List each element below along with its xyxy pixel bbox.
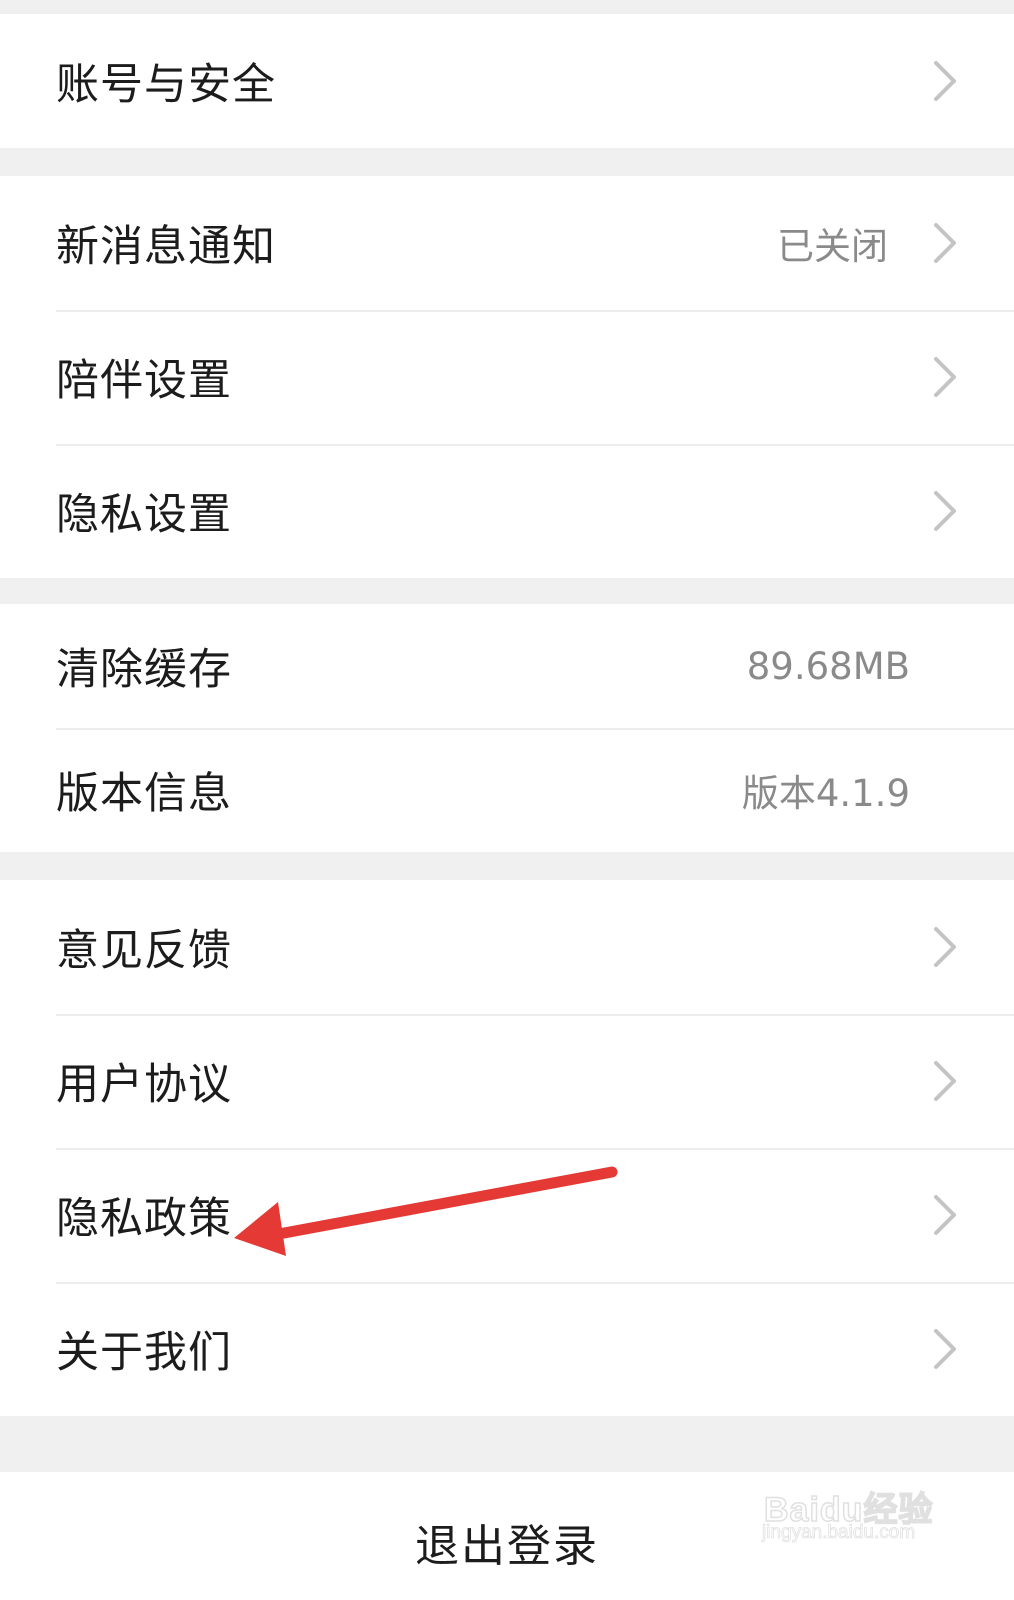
settings-item-label: 隐私设置 <box>56 490 232 540</box>
chevron-right-icon <box>932 489 958 533</box>
version-value: 版本4.1.9 <box>741 772 910 815</box>
settings-item-label: 版本信息 <box>56 769 232 819</box>
settings-item-value: 已关闭 <box>777 225 888 268</box>
settings-item-about-us[interactable]: 关于我们 <box>0 1282 1014 1416</box>
settings-item-label: 用户协议 <box>56 1060 232 1110</box>
settings-item-label: 账号与安全 <box>56 60 276 110</box>
settings-item-label: 隐私政策 <box>56 1194 232 1244</box>
settings-item-label: 陪伴设置 <box>56 356 232 406</box>
chevron-right-icon <box>932 1193 958 1237</box>
chevron-right-icon <box>932 355 958 399</box>
settings-item-feedback[interactable]: 意见反馈 <box>0 880 1014 1014</box>
chevron-right-icon <box>932 221 958 265</box>
settings-group-notifications: 新消息通知 已关闭 陪伴设置 隐私设置 <box>0 176 1014 578</box>
settings-group-about: 意见反馈 用户协议 隐私政策 关于我们 <box>0 880 1014 1416</box>
settings-group-storage: 清除缓存 89.68MB 版本信息 版本4.1.9 <box>0 604 1014 852</box>
settings-item-clear-cache[interactable]: 清除缓存 89.68MB <box>0 604 1014 728</box>
settings-item-new-message-notification[interactable]: 新消息通知 已关闭 <box>0 176 1014 310</box>
chevron-right-icon <box>932 1059 958 1103</box>
settings-item-label: 关于我们 <box>56 1328 232 1378</box>
settings-item-companion-settings[interactable]: 陪伴设置 <box>0 310 1014 444</box>
chevron-right-icon <box>932 1327 958 1371</box>
chevron-right-icon <box>932 925 958 969</box>
settings-screen: 账号与安全 新消息通知 已关闭 陪伴设置 隐私设置 清除缓存 89.68MB 版… <box>0 0 1014 1600</box>
settings-item-version-info[interactable]: 版本信息 版本4.1.9 <box>0 728 1014 852</box>
cache-size-value: 89.68MB <box>746 644 910 688</box>
baidu-jingyan-watermark: Baidu经验 jingyan.baidu.com <box>760 1462 960 1552</box>
chevron-right-icon <box>932 59 958 103</box>
settings-item-label: 新消息通知 <box>56 222 276 272</box>
settings-item-label: 意见反馈 <box>56 926 232 976</box>
settings-item-privacy-policy[interactable]: 隐私政策 <box>0 1148 1014 1282</box>
watermark-url: jingyan.baidu.com <box>762 1522 916 1544</box>
settings-group-account: 账号与安全 <box>0 14 1014 148</box>
settings-item-account-security[interactable]: 账号与安全 <box>0 14 1014 148</box>
settings-item-label: 清除缓存 <box>56 645 232 695</box>
settings-item-privacy-settings[interactable]: 隐私设置 <box>0 444 1014 578</box>
settings-item-user-agreement[interactable]: 用户协议 <box>0 1014 1014 1148</box>
